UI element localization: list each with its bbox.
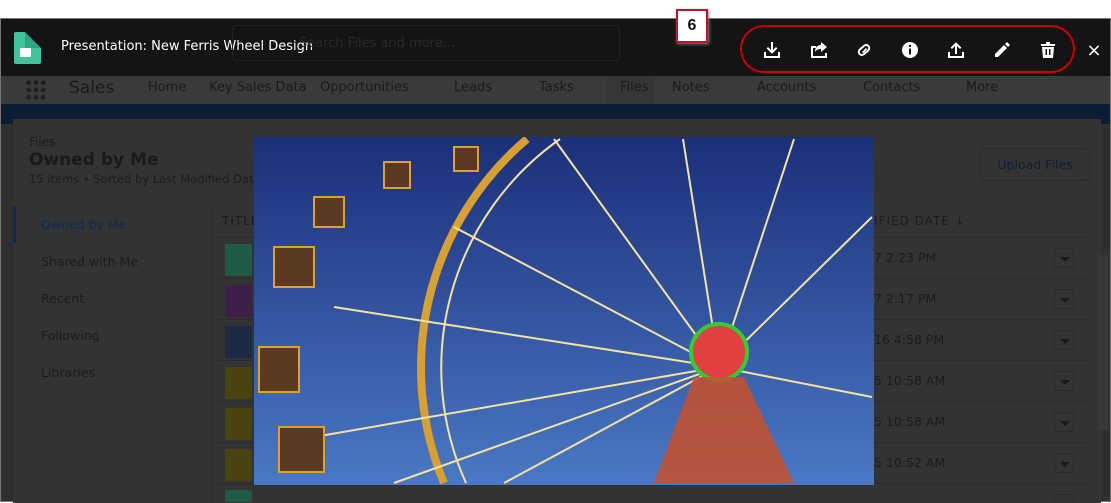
step-badge: 6 (676, 9, 708, 43)
nav-item-opportunities[interactable]: Opportunities (320, 80, 409, 95)
table-row[interactable] (214, 484, 1087, 502)
scrollbar[interactable] (1098, 255, 1108, 430)
list-subtitle: 15 items • Sorted by Last Modified Date (29, 172, 261, 186)
last-modified-date: 7 2:23 PM (874, 250, 937, 265)
sidebar-item-libraries[interactable]: Libraries (41, 365, 95, 380)
last-modified-date: 7 2:17 PM (874, 291, 937, 306)
file-preview-overlay: Presentation: New Ferris Wheel Design Se… (0, 9, 1111, 503)
sidebar-item-shared-with-me[interactable]: Shared with Me (41, 254, 138, 269)
row-actions-dropdown[interactable] (1054, 453, 1074, 473)
details-button[interactable] (898, 38, 922, 62)
search-input[interactable]: Search Files and more... (232, 25, 620, 61)
video-file-icon (225, 285, 252, 317)
link-icon (857, 44, 871, 56)
breadcrumb: Files (29, 135, 56, 149)
page-title: Owned by Me (29, 150, 159, 170)
nav-item-more[interactable]: More (966, 80, 998, 95)
app-nav-bar: Sales Home Key Sales Data Opportunities … (1, 76, 1110, 104)
nav-item-accounts[interactable]: Accounts (757, 80, 816, 95)
image-file-icon (14, 32, 41, 64)
last-modified-date: 16 4:58 PM (874, 332, 945, 347)
image-file-icon (225, 244, 252, 276)
last-modified-date: 5 10:52 AM (874, 455, 946, 470)
delete-icon (1041, 42, 1055, 58)
nav-item-leads[interactable]: Leads (454, 80, 492, 95)
row-actions-dropdown[interactable] (1054, 289, 1074, 309)
row-actions-dropdown[interactable] (1054, 494, 1074, 502)
download-button[interactable] (760, 38, 784, 62)
info-icon (902, 42, 918, 58)
share-icon (811, 42, 827, 58)
row-actions-dropdown[interactable] (1054, 330, 1074, 350)
sidebar-item-owned-by-me[interactable]: Owned by Me (41, 217, 126, 232)
nav-item-tasks[interactable]: Tasks (539, 80, 574, 95)
download-icon (764, 42, 780, 58)
upload-icon (948, 42, 964, 58)
ferris-wheel-image (254, 137, 874, 485)
app-launcher-icon[interactable] (25, 79, 47, 101)
column-last-modified-date[interactable]: IFIED DATE ↓ (874, 214, 966, 228)
txt-file-icon (225, 367, 252, 399)
copy-link-button[interactable] (852, 38, 876, 62)
last-modified-date: 5 10:58 AM (874, 373, 946, 388)
sidebar-item-following[interactable]: Following (41, 328, 100, 343)
last-modified-date: 5 10:58 AM (874, 414, 946, 429)
nav-item-home[interactable]: Home (148, 80, 186, 95)
nav-item-files[interactable]: Files (607, 76, 655, 104)
sidebar-item-recent[interactable]: Recent (41, 291, 84, 306)
doc-file-icon (225, 326, 252, 358)
delete-button[interactable] (1036, 38, 1060, 62)
row-actions-dropdown[interactable] (1054, 248, 1074, 268)
nav-item-key-sales-data[interactable]: Key Sales Data (209, 80, 306, 95)
row-actions-dropdown[interactable] (1054, 371, 1074, 391)
app-name: Sales (69, 78, 115, 98)
nav-item-contacts[interactable]: Contacts (863, 80, 920, 95)
row-actions-dropdown[interactable] (1054, 412, 1074, 432)
txt-file-icon (225, 408, 252, 440)
preview-header: Presentation: New Ferris Wheel Design Se… (1, 19, 1110, 76)
note-file-icon (225, 449, 252, 481)
image-file-icon (225, 490, 252, 502)
edit-icon (995, 42, 1010, 57)
nav-item-notes[interactable]: Notes (672, 80, 710, 95)
upload-files-button[interactable]: Upload Files (980, 148, 1090, 181)
close-button[interactable]: × (1082, 38, 1106, 62)
upload-new-version-button[interactable] (944, 38, 968, 62)
share-button[interactable] (807, 38, 831, 62)
edit-button[interactable] (990, 38, 1014, 62)
files-sidebar: Owned by Me Shared with Me Recent Follow… (13, 206, 213, 503)
